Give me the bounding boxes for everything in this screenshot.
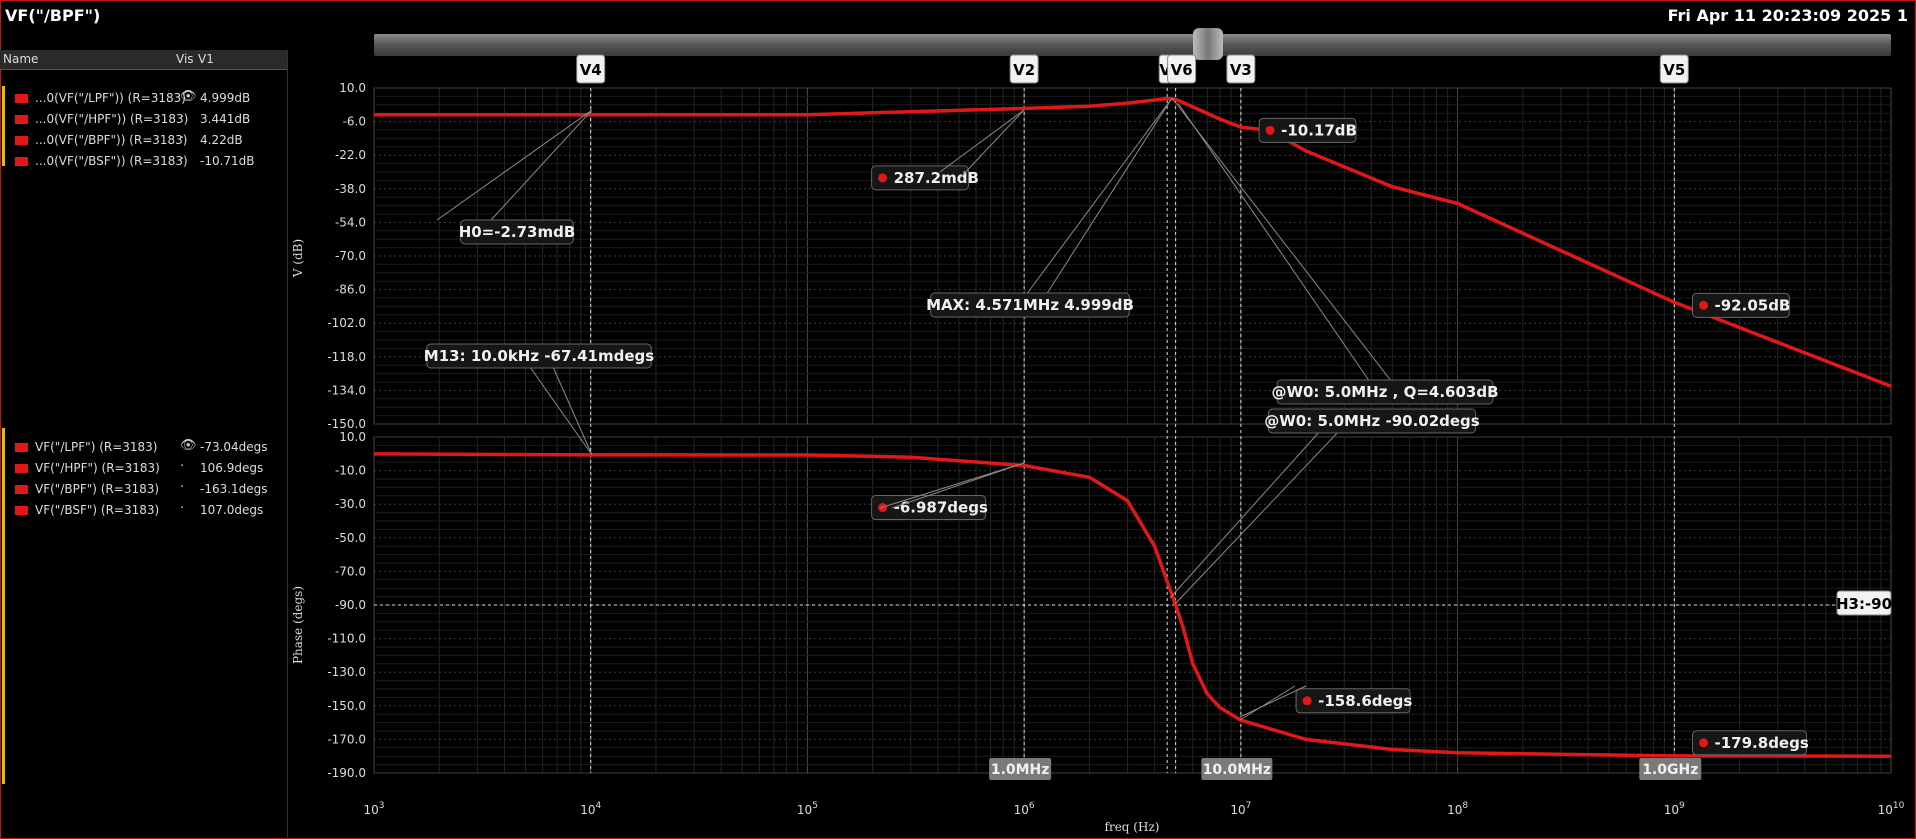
x-marker-label: 1.0GHz: [1642, 762, 1698, 778]
point-marker-label-dot: [878, 173, 888, 183]
y-bottom-tick-label: -150.0: [327, 699, 366, 713]
x-tick-label: 104: [580, 801, 601, 817]
marker-labels[interactable]: -10.17dB287.2mdB-92.05dB-6.987degs-158.6…: [424, 97, 1809, 756]
x-tick-label: 106: [1014, 801, 1035, 817]
y-top-tick-label: -22.0: [335, 148, 366, 162]
y-top-tick-label: -134.0: [327, 383, 366, 397]
y-top-tick-label: -6.0: [343, 115, 366, 129]
point-marker-label: -92.05dB: [1715, 296, 1791, 314]
y-top-tick-label: -70.0: [335, 249, 366, 263]
vertical-marker-label: V4: [580, 61, 602, 79]
point-marker-label-dot: [1699, 738, 1709, 748]
callout-label: @W0: 5.0MHz , Q=4.603dB: [1271, 383, 1498, 401]
point-marker-label-dot: [1265, 125, 1275, 135]
horizontal-marker-label: H3:-90: [1836, 595, 1892, 613]
y-axis-label-bottom: Phase (degs): [291, 586, 305, 664]
y-bottom-tick-label: -170.0: [327, 732, 366, 746]
y-bottom-tick-label: -110.0: [327, 632, 366, 646]
leader-line: [436, 109, 593, 221]
vertical-marker-label: V6: [1171, 61, 1193, 79]
x-tick-label: 105: [797, 801, 818, 817]
y-bottom-tick-label: -90.0: [335, 598, 366, 612]
y-bottom-tick-label: -30.0: [335, 497, 366, 511]
y-bottom-tick-label: -50.0: [335, 531, 366, 545]
point-marker-label: -158.6degs: [1318, 692, 1412, 710]
x-marker-label: 1.0MHz: [991, 762, 1050, 778]
y-top-tick-label: -102.0: [327, 316, 366, 330]
x-tick-label: 1010: [1878, 801, 1905, 817]
vertical-marker-label: V3: [1230, 61, 1252, 79]
vertical-marker-label: V2: [1013, 61, 1035, 79]
y-top-tick-label: 10.0: [339, 81, 366, 95]
leader-line: [552, 366, 593, 456]
y-top-tick-label: -150.0: [327, 417, 366, 431]
y-bottom-tick-label: -190.0: [327, 766, 366, 780]
y-top-tick-label: -54.0: [335, 215, 366, 229]
leader-line: [1025, 97, 1173, 296]
y-bottom-tick-label: 10.0: [339, 430, 366, 444]
y-bottom-tick-label: -10.0: [335, 464, 366, 478]
y-top-tick-label: -118.0: [327, 350, 366, 364]
leader-line: [1045, 97, 1173, 296]
x-marker-label: 10.0MHz: [1203, 762, 1271, 778]
x-tick-label: 103: [363, 801, 384, 817]
point-marker-label: -10.17dB: [1281, 121, 1357, 139]
y-bottom-tick-label: -70.0: [335, 564, 366, 578]
x-axis-label: freq (Hz): [1105, 820, 1160, 834]
point-marker-label-dot: [1699, 300, 1709, 310]
axes: freq (Hz) V (dB) Phase (degs) 10.0 -6.0 -2…: [291, 81, 1905, 834]
y-bottom-tick-label: -130.0: [327, 665, 366, 679]
magnitude-trace[interactable]: [374, 96, 1892, 388]
leader-line: [1174, 410, 1359, 605]
vertical-marker-label: V5: [1663, 61, 1685, 79]
y-axis-label-top: V (dB): [291, 239, 305, 278]
y-top-tick-label: -86.0: [335, 283, 366, 297]
callout-label: M13: 10.0kHz -67.41mdegs: [424, 347, 654, 365]
leader-line: [529, 366, 593, 456]
leader-line: [1239, 685, 1296, 721]
grid: [373, 87, 1892, 774]
callout-label: H0=-2.73mdB: [459, 223, 576, 241]
callout-label: @W0: 5.0MHz -90.02degs: [1264, 412, 1480, 430]
point-marker-label: -179.8degs: [1715, 734, 1809, 752]
point-marker-label-dot: [1302, 696, 1312, 706]
x-tick-label: 109: [1664, 801, 1685, 817]
callout-label: MAX: 4.571MHz 4.999dB: [926, 296, 1134, 314]
leader-line: [939, 109, 1025, 173]
point-marker-label: -6.987degs: [894, 499, 988, 517]
x-tick-label: 108: [1447, 801, 1468, 817]
x-tick-label: 107: [1230, 801, 1251, 817]
waveform-plot[interactable]: freq (Hz) V (dB) Phase (degs) 10.0 -6.0 -2…: [0, 0, 1916, 839]
y-top-tick-label: -38.0: [335, 182, 366, 196]
